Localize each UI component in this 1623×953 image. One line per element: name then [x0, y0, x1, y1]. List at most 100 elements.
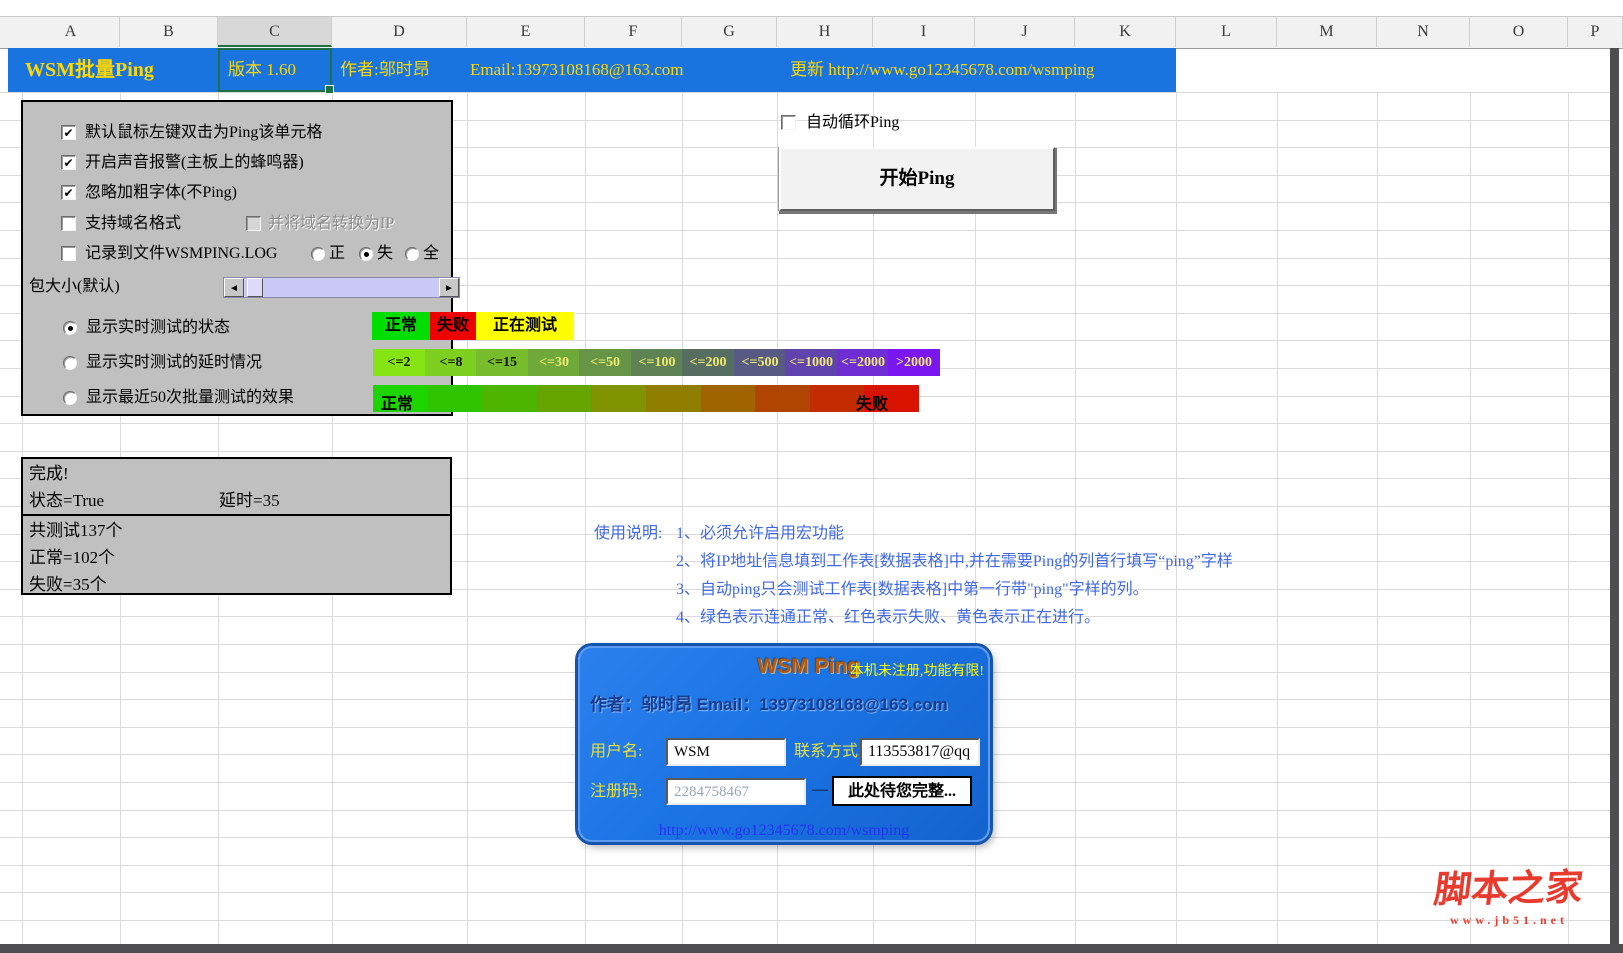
username-label: 用户名:	[590, 740, 642, 764]
checkbox-doubleclick-ping[interactable]: ✔	[61, 125, 76, 140]
app-title: WSM批量Ping	[25, 48, 154, 92]
col-header-M[interactable]: M	[1277, 17, 1377, 47]
col-header-N[interactable]: N	[1377, 17, 1470, 47]
radio-log-all-label: 全	[423, 243, 439, 265]
grid-vline	[467, 92, 468, 944]
radio-log-ok[interactable]	[311, 247, 325, 261]
grid-vline	[1075, 92, 1076, 944]
radio-show-history-label: 显示最近50次批量测试的效果	[86, 387, 294, 409]
col-header-G[interactable]: G	[682, 17, 777, 47]
stats-fail: 失败=35个	[29, 574, 107, 596]
col-header-E[interactable]: E	[467, 17, 585, 47]
checkbox-domain-to-ip-label: 并将域名转换为IP	[268, 213, 394, 235]
fill-handle[interactable]	[325, 85, 334, 94]
radio-log-all[interactable]	[405, 247, 419, 261]
radio-log-fail[interactable]	[359, 247, 373, 261]
radio-log-fail-label: 失	[377, 243, 393, 265]
checkbox-domain-format[interactable]: ✔	[61, 216, 76, 231]
col-header-D[interactable]: D	[332, 17, 467, 47]
scrollbar-thumb[interactable]	[247, 278, 263, 297]
grid-vline	[1176, 92, 1177, 944]
history-fail-label: 失败	[856, 390, 888, 414]
col-header-I[interactable]: I	[873, 17, 975, 47]
grid-hline	[0, 892, 1610, 893]
legend-segment	[482, 385, 537, 412]
col-header-H[interactable]: H	[777, 17, 873, 47]
legend-segment	[591, 385, 646, 412]
grid-hline	[0, 865, 1610, 866]
checkbox-doubleclick-ping-label: 默认鼠标左键双击为Ping该单元格	[85, 122, 322, 144]
legend-segment: 失败	[430, 312, 476, 340]
legend-segment: <=2	[373, 349, 425, 376]
col-header-F[interactable]: F	[585, 17, 682, 47]
grid-hline	[0, 92, 1610, 93]
contact-input[interactable]: 113553817@qq	[860, 738, 980, 766]
legend-segment	[537, 385, 592, 412]
col-header-J[interactable]: J	[975, 17, 1075, 47]
legend-segment	[701, 385, 756, 412]
checkbox-ignore-bold[interactable]: ✔	[61, 185, 76, 200]
grid-hline	[0, 423, 1610, 424]
legend-segment: <=200	[682, 349, 734, 376]
dialog-link[interactable]: http://www.go12345678.com/wsmping	[580, 822, 988, 840]
radio-show-status-label: 显示实时测试的状态	[86, 317, 230, 339]
regcode-input[interactable]: 2284758467	[666, 778, 806, 805]
complete-registration-button[interactable]: 此处待您完整...	[832, 776, 972, 806]
col-header-O[interactable]: O	[1470, 17, 1568, 47]
legend-segment	[646, 385, 701, 412]
jb51-watermark: 脚本之家 www.jb51.net	[1435, 858, 1583, 928]
scrollbar-left-arrow[interactable]: ◄	[224, 278, 244, 297]
username-input[interactable]: WSM	[666, 738, 786, 766]
col-header-L[interactable]: L	[1176, 17, 1277, 47]
spreadsheet-background: ABCDEFGHIJKLMNOP WSM批量Ping 版本 1.60 作者:邬时…	[0, 0, 1623, 953]
instruction-line-3: 3、自动ping只会测试工作表[数据表格]中第一行带"ping"字样的列。	[676, 579, 1149, 601]
regcode-dash: —	[812, 778, 828, 802]
jb51-logo-url: www.jb51.net	[1435, 913, 1583, 928]
packet-size-scrollbar[interactable]: ◄ ►	[223, 277, 460, 298]
checkbox-domain-to-ip: ✔	[246, 216, 261, 231]
grid-vline	[1470, 92, 1471, 944]
radio-show-delay[interactable]	[63, 356, 77, 370]
dialog-title: WSM Ping	[580, 655, 860, 679]
checkbox-log-to-file[interactable]: ✔	[61, 246, 76, 261]
col-header-A[interactable]: A	[22, 17, 120, 47]
update-url-label: 更新 http://www.go12345678.com/wsmping	[790, 48, 1094, 92]
selected-cell-C1[interactable]	[218, 48, 332, 92]
checkbox-domain-format-label: 支持域名格式	[85, 213, 181, 235]
legend-segment	[755, 385, 810, 412]
vertical-scrollbar[interactable]	[1610, 48, 1619, 953]
checkbox-sound-alarm-label: 开启声音报警(主板上的蜂鸣器)	[85, 152, 304, 174]
contact-label: 联系方式	[794, 740, 858, 764]
horizontal-scrollbar[interactable]	[0, 944, 1623, 953]
grid-hline	[0, 644, 1610, 645]
stats-ok: 正常=102个	[29, 547, 115, 569]
regcode-label: 注册码:	[590, 780, 642, 804]
legend-segment: <=30	[528, 349, 580, 376]
scrollbar-right-arrow[interactable]: ►	[439, 278, 459, 297]
col-header-B[interactable]: B	[120, 17, 218, 47]
checkbox-sound-alarm[interactable]: ✔	[61, 155, 76, 170]
title-bar: WSM批量Ping 版本 1.60 作者:邬时昂 Email:139731081…	[8, 48, 1176, 92]
grid-hline	[0, 451, 1610, 452]
stats-done: 完成!	[29, 463, 69, 485]
checkbox-auto-loop[interactable]: ✔	[781, 115, 796, 130]
col-header-K[interactable]: K	[1075, 17, 1176, 47]
radio-show-history[interactable]	[63, 391, 77, 405]
checkbox-ignore-bold-label: 忽略加粗字体(不Ping)	[85, 182, 237, 204]
stats-total: 共测试137个	[29, 520, 123, 542]
legend-segment: >2000	[888, 349, 940, 376]
legend-segment: <=100	[631, 349, 683, 376]
col-header-P[interactable]: P	[1568, 17, 1623, 47]
legend-segment: <=1000	[785, 349, 837, 376]
legend-segment: <=50	[579, 349, 631, 376]
dialog-author-line: 作者：邬时昂 Email：13973108168@163.com	[590, 690, 948, 715]
radio-log-ok-label: 正	[329, 243, 345, 265]
instruction-line-2: 2、将IP地址信息填到工作表[数据表格]中,并在需要Ping的列首行填写“pin…	[676, 551, 1233, 573]
radio-show-status[interactable]	[63, 321, 77, 335]
checkbox-auto-loop-label: 自动循环Ping	[806, 112, 899, 134]
col-header-C[interactable]: C	[218, 17, 332, 47]
legend-segment: 正在测试	[476, 312, 574, 340]
start-ping-button[interactable]: 开始Ping	[779, 147, 1055, 211]
legend-segment	[428, 385, 483, 412]
history-ok-label: 正常	[381, 390, 413, 414]
